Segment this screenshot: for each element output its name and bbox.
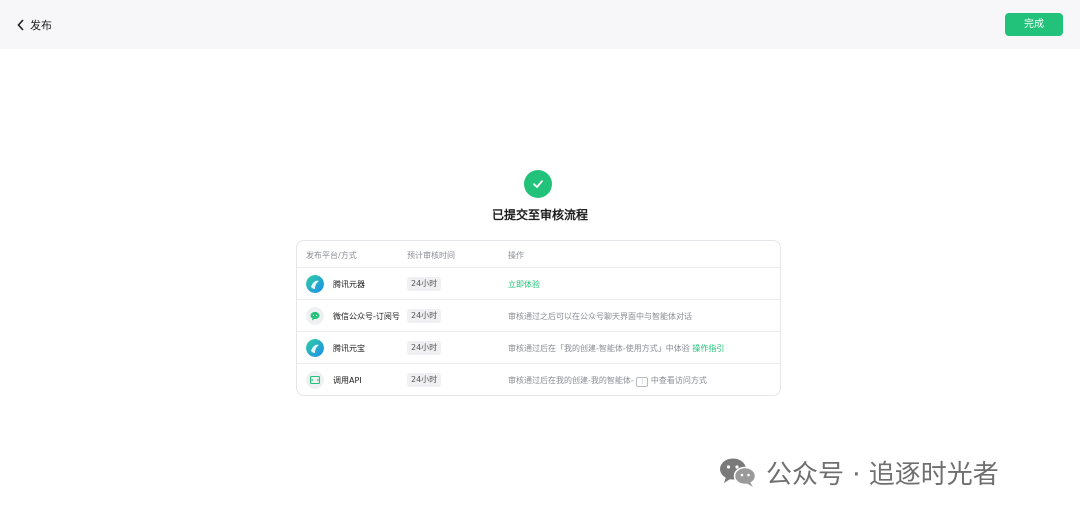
review-time-badge: 24小时 — [407, 341, 442, 355]
watermark: 公众号 · 追逐时光者 — [718, 452, 999, 492]
platform-name: 调用API — [333, 376, 362, 385]
back-button[interactable]: 发布 — [16, 16, 52, 34]
action-description: 审核通过后在「我的创建-智能体-使用方式」中体验 操作指引 — [508, 343, 724, 354]
done-button[interactable]: 完成 — [1005, 13, 1063, 36]
wechat-watermark-icon — [720, 458, 757, 487]
back-label: 发布 — [30, 19, 52, 32]
platform-name: 腾讯元器 — [333, 280, 365, 289]
platform-name: 腾讯元宝 — [333, 344, 365, 353]
column-header-platform: 发布平台/方式 — [306, 251, 357, 260]
action-description: 审核通过之后可以在公众号聊天界面中与智能体对话 — [508, 312, 692, 321]
status-title: 已提交至审核流程 — [491, 208, 588, 222]
guide-link[interactable]: 操作指引 — [692, 344, 724, 353]
platform-name: 微信公众号-订阅号 — [333, 312, 400, 321]
chevron-left-icon — [17, 19, 24, 31]
try-now-link[interactable]: 立即体验 — [508, 279, 540, 290]
table-row: 调用API 24小时 审核通过后在我的创建-我的智能体- ⋮ 中查看访问方式 — [297, 364, 780, 395]
wechat-icon — [306, 307, 324, 325]
action-text: 中查看访问方式 — [650, 376, 707, 385]
table-row: 腾讯元器 24小时 立即体验 — [297, 268, 780, 300]
table-row: 腾讯元宝 24小时 审核通过后在「我的创建-智能体-使用方式」中体验 操作指引 — [297, 332, 780, 364]
top-bar: 发布 完成 — [0, 0, 1080, 49]
column-header-action: 操作 — [508, 251, 524, 260]
review-time-badge: 24小时 — [407, 373, 442, 387]
review-time-badge: 24小时 — [407, 309, 442, 323]
action-text: 审核通过后在我的创建-我的智能体- — [508, 376, 634, 385]
review-time-badge: 24小时 — [407, 277, 442, 291]
more-menu-icon: ⋮ — [636, 377, 649, 387]
action-description: 审核通过后在我的创建-我的智能体- ⋮ 中查看访问方式 — [508, 375, 707, 387]
publish-table: 发布平台/方式 预计审核时间 操作 腾讯元器 24小时 立即体验 微信公众号-订… — [296, 240, 781, 396]
yuanbao-logo-icon — [306, 339, 324, 357]
table-header: 发布平台/方式 预计审核时间 操作 — [297, 241, 780, 268]
success-check-icon — [524, 170, 552, 198]
yuanqi-logo-icon — [306, 275, 324, 293]
watermark-text: 公众号 · 追逐时光者 — [766, 459, 999, 490]
table-row: 微信公众号-订阅号 24小时 审核通过之后可以在公众号聊天界面中与智能体对话 — [297, 300, 780, 332]
action-text: 审核通过后在「我的创建-智能体-使用方式」中体验 — [508, 344, 690, 353]
api-icon — [306, 371, 324, 389]
column-header-time: 预计审核时间 — [407, 251, 455, 260]
